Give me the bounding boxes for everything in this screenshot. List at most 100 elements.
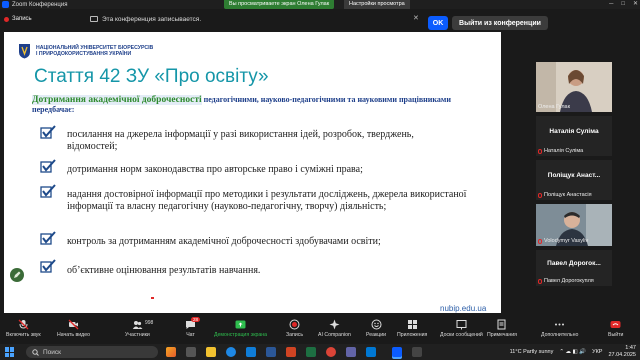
ai-companion-button[interactable]: AI Companion xyxy=(318,319,351,338)
mic-muted-icon xyxy=(538,238,542,244)
participants-icon xyxy=(132,321,143,329)
input-language[interactable]: УКР xyxy=(592,349,602,355)
annotation-mark xyxy=(151,297,154,299)
leave-button[interactable]: Выйти xyxy=(608,319,623,338)
participant-video-tile[interactable]: Олена Гулак xyxy=(536,62,612,112)
ok-button[interactable]: OK xyxy=(428,16,448,30)
participant-name: Павел Дорогок... xyxy=(547,260,601,267)
annotate-button[interactable] xyxy=(10,268,24,282)
mic-muted-icon xyxy=(538,148,542,154)
leave-meeting-button[interactable]: Выйти из конференции xyxy=(452,16,548,30)
chrome-icon[interactable] xyxy=(326,347,336,357)
chat-button[interactable]: 28 Чат xyxy=(185,317,201,338)
screen-share-status[interactable]: Вы просматриваете экран Олена Гулак xyxy=(224,0,335,9)
share-screen-button[interactable]: Демонстрация экрана xyxy=(214,319,267,338)
participants-label: Участники xyxy=(125,332,150,338)
slide-title: Стаття 42 ЗУ «Про освіту» xyxy=(34,66,269,87)
participant-label: Олена Гулак xyxy=(538,104,570,110)
notes-label: Примечания xyxy=(487,332,517,338)
checkbox-icon xyxy=(40,231,56,245)
recording-indicator[interactable]: Запись xyxy=(4,16,32,22)
slide-item: дотримання норм законодавства про авторс… xyxy=(67,164,363,175)
window-controls: ─ □ ✕ xyxy=(609,0,638,9)
apps-button[interactable]: Приложения xyxy=(397,319,427,338)
notes-button[interactable]: Примечания xyxy=(487,319,517,338)
close-notice-icon[interactable]: ✕ xyxy=(413,14,419,22)
participant-label-text: Поліщук Анастасія xyxy=(544,192,592,198)
meeting-toolbar: Включить звук Начать видео Участники 998… xyxy=(0,316,640,342)
share-screen-icon xyxy=(235,320,246,329)
chat-badge: 28 xyxy=(191,317,201,322)
file-explorer-icon[interactable] xyxy=(206,347,216,357)
zoom-window: Zoom Конференция Вы просматриваете экран… xyxy=(0,0,640,360)
task-view-icon[interactable] xyxy=(186,347,196,357)
apps-icon xyxy=(407,320,417,329)
record-button[interactable]: Запись xyxy=(286,319,303,338)
edge-icon[interactable] xyxy=(226,347,236,357)
more-button[interactable]: Дополнительно xyxy=(541,319,578,338)
outlook-icon[interactable] xyxy=(366,347,376,357)
store-icon[interactable] xyxy=(246,347,256,357)
recording-notice-icon xyxy=(90,16,98,22)
notes-icon xyxy=(497,319,506,330)
view-options-button[interactable]: Настройки просмотра xyxy=(344,0,410,9)
maximize-icon[interactable]: □ xyxy=(621,0,625,9)
unmute-button[interactable]: Включить звук xyxy=(6,319,41,338)
participant-name: Поліщук Анаст... xyxy=(547,172,601,179)
intro-highlight: Дотримання академічної доброчесності xyxy=(32,95,202,105)
participant-tile[interactable]: Павел Дорогок... Павел Дорогокупля xyxy=(536,250,612,286)
record-dot-icon xyxy=(4,16,9,22)
recording-label: Запись xyxy=(12,16,32,22)
reactions-label: Реакции xyxy=(366,332,387,338)
ai-companion-label: AI Companion xyxy=(318,332,351,338)
university-name-line2: І ПРИРОДОКОРИСТУВАННЯ УКРАЇНИ xyxy=(36,51,132,57)
checkbox-icon xyxy=(40,259,56,273)
share-screen-label: Демонстрация экрана xyxy=(214,332,268,338)
checkbox-icon xyxy=(40,125,56,139)
participant-name: Наталія Суліма xyxy=(549,128,599,135)
record-label: Запись xyxy=(286,332,304,338)
powerpoint-icon[interactable] xyxy=(286,347,296,357)
checkbox-icon xyxy=(40,159,56,173)
clock-date: 27.04.2025 xyxy=(608,351,636,358)
slide-url: nubip.edu.ua xyxy=(440,304,487,313)
participants-button[interactable]: Участники 998 xyxy=(125,319,154,338)
weather-widget[interactable]: 11°C Partly sunny xyxy=(510,349,554,355)
shared-screen: НАЦІОНАЛЬНИЙ УНІВЕРСИТЕТ БІОРЕСУРСІВ І П… xyxy=(4,32,501,313)
whiteboards-button[interactable]: Доски сообщений xyxy=(440,319,483,338)
slide-intro: Дотримання академічної доброчесності пед… xyxy=(32,95,472,115)
leave-label: Выйти xyxy=(608,332,624,338)
participant-tile[interactable]: Поліщук Анаст... Поліщук Анастасія xyxy=(536,160,612,200)
slide-item: контроль за дотриманням академічної добр… xyxy=(67,236,381,247)
whiteboard-icon xyxy=(456,320,467,330)
participant-tile[interactable]: Наталія Суліма Наталія Суліма xyxy=(536,116,612,156)
word-icon[interactable] xyxy=(266,347,276,357)
participant-label-text: Volodymyr Vasyliv xyxy=(544,238,589,244)
teams-icon[interactable] xyxy=(346,347,356,357)
tray-icons[interactable]: ⌃ ☁ ◧ 🔊 xyxy=(559,349,586,355)
reactions-button[interactable]: Реакции xyxy=(366,319,386,338)
ai-companion-icon xyxy=(329,319,340,330)
video-off-icon xyxy=(68,319,79,330)
participant-label-text: Наталія Суліма xyxy=(544,148,584,154)
windows-start-icon[interactable] xyxy=(5,347,15,357)
slide-item: об’єктивне оцінювання результатів навчан… xyxy=(67,265,261,276)
checkbox-icon xyxy=(40,184,56,198)
participant-video-tile[interactable]: Volodymyr Vasyliv xyxy=(536,204,612,246)
start-video-button[interactable]: Начать видео xyxy=(57,319,90,338)
taskbar-app-icon[interactable] xyxy=(412,347,422,357)
taskbar-search[interactable]: Поиск xyxy=(26,346,158,358)
reactions-icon xyxy=(371,319,382,330)
participants-count: 998 xyxy=(145,320,154,326)
zoom-taskbar-icon[interactable] xyxy=(392,347,402,357)
taskbar-app-icon[interactable] xyxy=(166,347,176,357)
excel-icon[interactable] xyxy=(306,347,316,357)
participant-label: Поліщук Анастасія xyxy=(538,192,592,198)
unmute-label: Включить звук xyxy=(6,332,41,338)
clock[interactable]: 1:47 27.04.2025 xyxy=(608,345,636,358)
mic-muted-icon xyxy=(18,319,29,330)
close-window-icon[interactable]: ✕ xyxy=(633,0,638,9)
participant-label-text: Олена Гулак xyxy=(538,104,571,110)
minimize-icon[interactable]: ─ xyxy=(609,0,613,9)
search-placeholder: Поиск xyxy=(43,348,62,356)
